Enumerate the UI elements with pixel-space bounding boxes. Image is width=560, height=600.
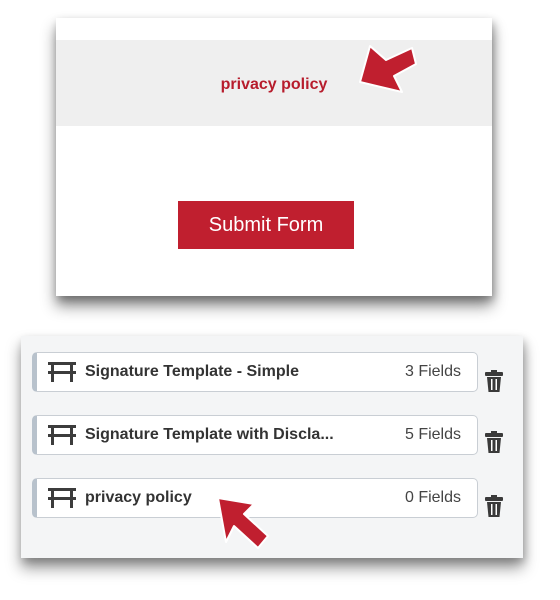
field-count: 3 Fields <box>404 363 461 380</box>
privacy-policy-band: privacy policy <box>56 40 492 126</box>
trash-icon[interactable] <box>483 431 505 455</box>
h-bar-icon <box>47 487 77 509</box>
field-count: 0 Fields <box>404 489 461 506</box>
h-bar-icon <box>47 361 77 383</box>
red-arrow-icon <box>359 45 417 93</box>
h-bar-icon <box>47 424 77 446</box>
field-count: 5 Fields <box>404 426 461 443</box>
trash-icon[interactable] <box>483 370 505 394</box>
template-row[interactable]: Signature Template with Discla... 5 Fiel… <box>32 415 478 455</box>
red-arrow-icon <box>217 497 269 549</box>
template-name: Signature Template - Simple <box>85 363 299 380</box>
template-row[interactable]: Signature Template - Simple 3 Fields <box>32 352 478 392</box>
trash-icon[interactable] <box>483 495 505 519</box>
template-name: Signature Template with Discla... <box>85 426 334 443</box>
privacy-policy-link[interactable]: privacy policy <box>56 76 492 94</box>
form-preview-card: privacy policy Submit Form <box>56 18 492 296</box>
submit-form-button[interactable]: Submit Form <box>178 201 354 249</box>
